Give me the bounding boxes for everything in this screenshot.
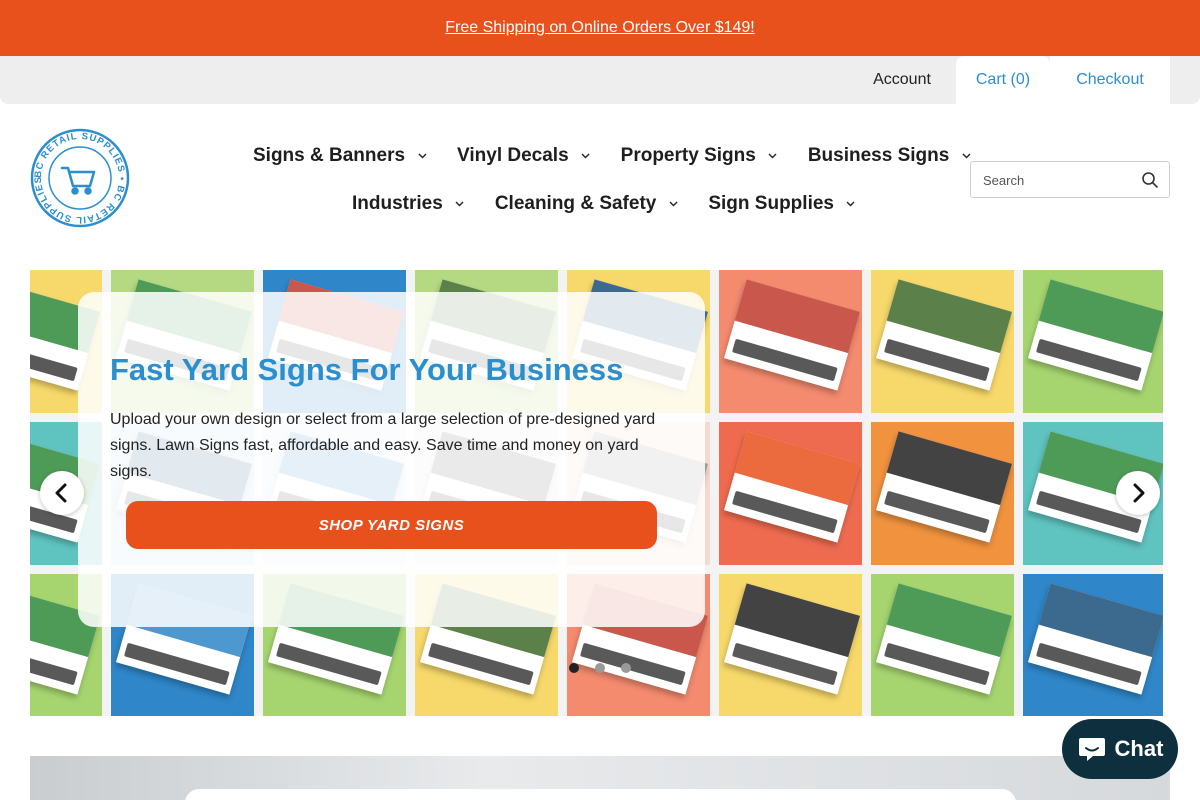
yard-sign-tile xyxy=(1023,270,1163,413)
yard-sign-graphic xyxy=(723,431,861,543)
slider-prev-button[interactable] xyxy=(40,471,84,515)
slider-dot-1[interactable] xyxy=(569,663,579,673)
nav-item-sign-supplies[interactable]: Sign Supplies xyxy=(708,188,856,220)
nav-item-label: Sign Supplies xyxy=(708,193,834,214)
chevron-down-icon xyxy=(768,151,778,161)
nav-item-label: Signs & Banners xyxy=(253,145,406,166)
nav-item-cleaning-safety[interactable]: Cleaning & Safety xyxy=(495,188,679,220)
nav-item-label: Vinyl Decals xyxy=(457,145,569,166)
checkout-link[interactable]: Checkout xyxy=(1050,56,1170,104)
chevron-down-icon xyxy=(417,151,427,161)
yard-sign-tile xyxy=(871,270,1014,413)
nav-item-label: Business Signs xyxy=(807,145,950,166)
chat-label: Chat xyxy=(1114,736,1164,761)
chevron-down-icon xyxy=(455,199,465,209)
yard-sign-graphic xyxy=(875,583,1013,695)
yard-sign-tile xyxy=(871,422,1014,565)
search-box xyxy=(970,161,1170,198)
nav-item-vinyl-decals[interactable]: Vinyl Decals xyxy=(457,140,591,172)
hero-description: Upload your own design or select from a … xyxy=(110,411,656,480)
yard-sign-tile xyxy=(719,270,862,413)
account-link[interactable]: Account xyxy=(860,56,944,104)
slider-dot-2[interactable] xyxy=(595,663,605,673)
search-icon[interactable] xyxy=(1141,171,1159,189)
nav-item-label: Cleaning & Safety xyxy=(494,193,657,214)
chat-bubble-icon xyxy=(1078,738,1105,761)
chevron-down-icon xyxy=(581,151,591,161)
nav-item-label: Property Signs xyxy=(620,145,756,166)
chevron-down-icon xyxy=(668,199,678,209)
logo-graphic: BC RETAIL SUPPLIES • BC RETAIL SUPPLIES xyxy=(30,128,130,228)
yard-sign-tile xyxy=(871,574,1014,716)
next-section-card xyxy=(185,789,1016,800)
utility-bar: Account Cart (0) Checkout xyxy=(0,56,1200,104)
nav-item-property-signs[interactable]: Property Signs xyxy=(621,140,778,172)
announcement-bar: Free Shipping on Online Orders Over $149… xyxy=(0,0,1200,56)
yard-sign-graphic xyxy=(875,279,1013,391)
search-input[interactable] xyxy=(983,170,1133,190)
main-nav-row-2: Industries Cleaning & Safety Sign Supplies xyxy=(352,188,886,220)
yard-sign-tile xyxy=(719,574,862,716)
main-nav-row-1: Signs & Banners Vinyl Decals Property Sign… xyxy=(253,140,1001,172)
chevron-left-icon xyxy=(55,483,67,503)
yard-sign-tile xyxy=(719,422,862,565)
nav-item-signs-banners[interactable]: Signs & Banners xyxy=(253,140,427,172)
yard-sign-graphic xyxy=(1027,583,1163,695)
yard-sign-graphic xyxy=(723,279,861,391)
next-section-banner xyxy=(30,756,1170,800)
yard-sign-tile xyxy=(1023,574,1163,716)
chevron-down-icon xyxy=(961,151,971,161)
chevron-right-icon xyxy=(1133,483,1145,503)
cart-link[interactable]: Cart (0) xyxy=(956,56,1050,104)
chat-button[interactable]: Chat xyxy=(1062,719,1178,779)
chevron-down-icon xyxy=(846,199,856,209)
yard-sign-graphic xyxy=(723,583,861,695)
yard-sign-graphic xyxy=(1027,279,1163,391)
yard-sign-graphic xyxy=(875,431,1013,543)
slider-pagination xyxy=(569,663,631,673)
nav-item-business-signs[interactable]: Business Signs xyxy=(808,140,972,172)
nav-item-label: Industries xyxy=(352,193,443,214)
site-logo[interactable]: BC RETAIL SUPPLIES • BC RETAIL SUPPLIES xyxy=(30,128,130,228)
free-shipping-link[interactable]: Free Shipping on Online Orders Over $149… xyxy=(445,19,755,37)
slider-dot-3[interactable] xyxy=(621,663,631,673)
shop-yard-signs-button[interactable]: SHOP YARD SIGNS xyxy=(126,501,657,549)
slider-next-button[interactable] xyxy=(1116,471,1160,515)
hero-title: Fast Yard Signs For Your Business xyxy=(110,352,624,387)
nav-item-industries[interactable]: Industries xyxy=(352,188,465,220)
